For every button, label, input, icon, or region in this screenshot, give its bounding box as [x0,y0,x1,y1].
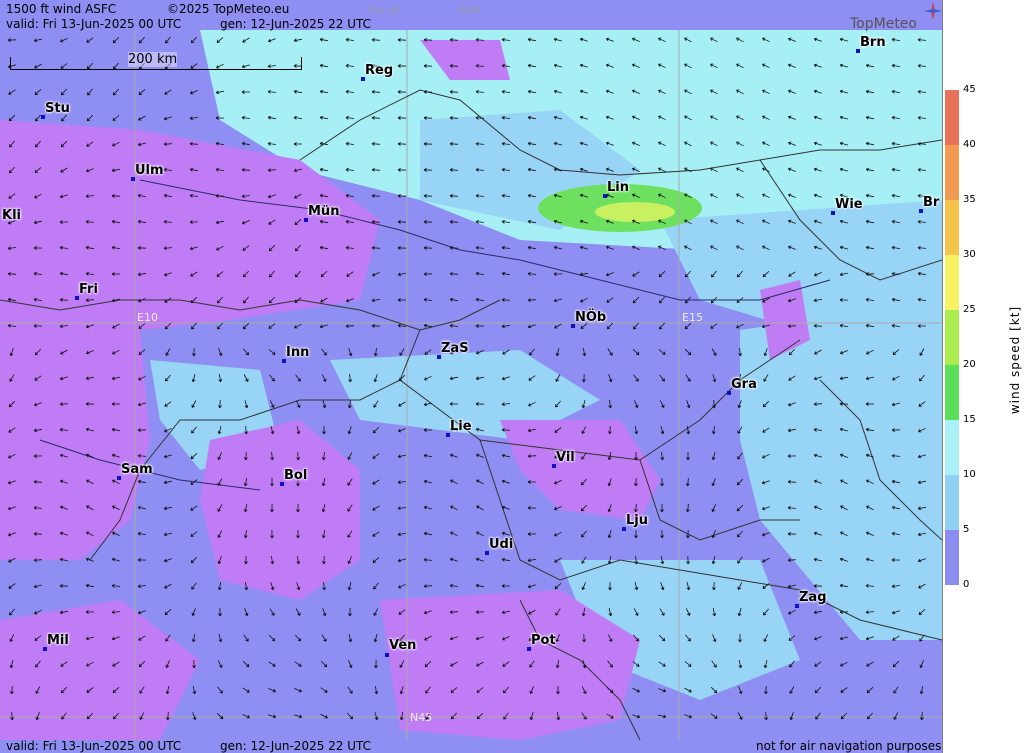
city-label-gra: Gra [731,377,757,392]
legend-tick: 10 [963,469,976,480]
city-label-zas: ZaS [441,341,469,356]
city-label-brn: Brn [860,35,886,50]
city-label-vil: Vil [556,450,575,465]
city-label-kli: Kli [2,208,21,223]
compass-icon [924,2,942,20]
header-valid: valid: Fri 13-Jun-2025 00 UTC [6,17,182,31]
legend-tick: 25 [963,304,976,315]
header-copyright: ©2025 TopMeteo.eu [167,2,290,16]
city-label-lie: Lie [450,419,472,434]
city-label-inn: Inn [286,345,310,360]
legend-tick: 45 [963,84,976,95]
city-label-zag: Zag [799,590,827,605]
header-title: 1500 ft wind ASFC [6,2,117,16]
city-label-pot: Pot [531,633,556,648]
grid-label-e15: E15 [682,311,703,324]
city-label-nob: NÖb [575,310,607,325]
legend-band-0-5 [945,530,959,585]
legend-band-40-45 [945,90,959,145]
city-label-bol: Bol [284,468,308,483]
grid-label-e10: E10 [137,311,158,324]
topmeteo-logo: TopMeteo [850,2,942,32]
city-label-udi: Udi [489,537,514,552]
logo-text: TopMeteo [850,16,917,32]
city-label-wie: Wie [835,197,863,212]
city-label-sam: Sam [121,462,153,477]
header-run-day: Thu 18 [368,6,400,16]
legend-tick: 40 [963,139,976,150]
grid-label-n45: N45 [410,711,433,724]
legend-band-30-35 [945,200,959,255]
wind-map [0,0,942,753]
city-label-stu: Stu [45,101,70,116]
header-gen: gen: 12-Jun-2025 22 UTC [220,17,372,31]
city-label-mil: Mil [47,633,69,648]
header-run-code: 9304 [458,6,481,16]
legend-tick: 5 [963,524,970,535]
city-label-br: Br [923,195,940,210]
city-dot [385,653,389,657]
legend-band-10-15 [945,420,959,475]
legend-title: wind speed [kt] [1008,305,1022,415]
legend-tick: 15 [963,414,976,425]
city-label-lju: Lju [626,513,648,528]
footer-disclaimer: not for air navigation purposes [756,739,942,753]
legend-band-25-30 [945,255,959,310]
city-label-ven: Ven [389,638,417,653]
legend-band-5-10 [945,475,959,530]
city-label-mun: Mün [308,204,340,219]
legend-band-20-25 [945,310,959,365]
footer-gen: gen: 12-Jun-2025 22 UTC [220,739,372,753]
legend-band-35-40 [945,145,959,200]
city-label-reg: Reg [365,63,394,78]
city-label-lin: Lin [607,180,629,195]
legend-tick: 35 [963,194,976,205]
scale-label: 200 km [128,52,178,67]
city-label-fri: Fri [79,282,98,297]
legend-tick: 0 [963,579,970,590]
legend-band-15-20 [945,365,959,420]
city-label-ulm: Ulm [135,163,164,178]
footer-valid: valid: Fri 13-Jun-2025 00 UTC [6,739,182,753]
legend-tick: 30 [963,249,976,260]
legend-tick: 20 [963,359,976,370]
